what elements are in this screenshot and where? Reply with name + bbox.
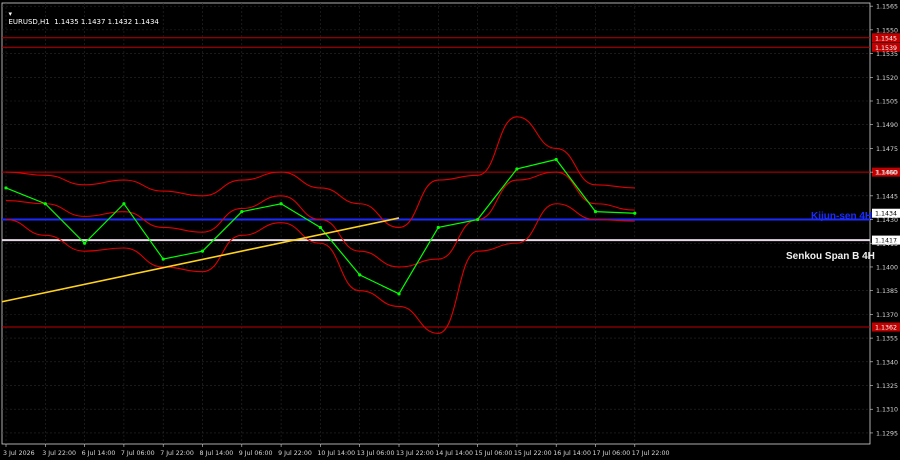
time-tick-label: 8 Jul 14:00 [200, 450, 234, 457]
price-tick-label: 1.1430 [876, 217, 898, 224]
price-point [436, 225, 440, 230]
time-tick-label: 6 Jul 14:00 [82, 450, 116, 457]
price-point [83, 241, 87, 245]
price-tick-label: 1.1475 [876, 146, 898, 153]
price-tick-label: 1.1385 [876, 288, 898, 295]
price-tick-label: 1.1370 [876, 312, 898, 319]
collapse-triangle-icon[interactable]: ▾ [8, 10, 12, 18]
price-tick-label: 1.1520 [876, 75, 898, 82]
price-tick-label: 1.1565 [876, 4, 898, 11]
price-tick-label: 1.1445 [876, 193, 898, 200]
time-tick-label: 14 Jul 14:00 [435, 450, 473, 457]
price-tick-label: 1.1355 [876, 336, 898, 343]
symbol-header: ▾ EURUSD,H1 1.1435 1.1437 1.1432 1.1434 [4, 2, 159, 26]
time-tick-label: 17 Jul 06:00 [593, 450, 631, 457]
price-point [43, 202, 47, 206]
price-point [476, 217, 480, 222]
price-tick-label: 1.1325 [876, 383, 898, 390]
price-tick-label: 1.1490 [876, 122, 898, 129]
price-tick-label: 1.1550 [876, 27, 898, 34]
price-chart[interactable]: 1.15451.15391.14601.13621.14171.1434 1.1… [0, 0, 900, 460]
time-tick-label: 3 Jul 2026 [3, 450, 35, 457]
price-point [554, 157, 558, 162]
level-price-text: 1.1545 [875, 35, 897, 42]
price-point [358, 273, 362, 277]
time-tick-label: 15 Jul 06:00 [475, 450, 513, 457]
symbol-header-text: EURUSD,H1 1.1435 1.1437 1.1432 1.1434 [8, 18, 159, 26]
price-tick-label: 1.1535 [876, 51, 898, 58]
price-tick-label: 1.1460 [876, 170, 898, 177]
price-point [397, 292, 401, 296]
time-tick-label: 16 Jul 14:00 [553, 450, 591, 457]
price-tick-label: 1.1295 [876, 430, 898, 437]
price-point [279, 202, 283, 206]
price-tick-label: 1.1415 [876, 241, 898, 248]
price-point [515, 167, 519, 171]
time-tick-label: 9 Jul 06:00 [239, 450, 273, 457]
time-tick-label: 7 Jul 22:00 [160, 450, 194, 457]
time-tick-label: 9 Jul 22:00 [278, 450, 312, 457]
price-tick-label: 1.1505 [876, 99, 898, 106]
price-tick-label: 1.1310 [876, 407, 898, 414]
price-point [122, 202, 126, 206]
price-point [240, 210, 244, 214]
price-point [161, 257, 165, 261]
price-point [593, 210, 598, 214]
price-point [318, 225, 322, 230]
time-tick-label: 17 Jul 22:00 [632, 450, 670, 457]
time-tick-label: 7 Jul 06:00 [121, 450, 155, 457]
time-tick-label: 10 Jul 14:00 [317, 450, 355, 457]
price-point [200, 249, 205, 253]
price-point [4, 186, 8, 190]
time-tick-label: 15 Jul 22:00 [514, 450, 552, 457]
time-tick-label: 3 Jul 22:00 [42, 450, 76, 457]
price-tick-label: 1.1400 [876, 264, 898, 271]
level-price-text: 1.1362 [875, 325, 897, 332]
time-tick-label: 13 Jul 22:00 [396, 450, 434, 457]
senkou-span-b-label: Senkou Span B 4H [786, 251, 875, 262]
kijun-sen-label: Kijun-sen 4H [811, 211, 873, 222]
time-tick-label: 13 Jul 06:00 [357, 450, 395, 457]
price-tick-label: 1.1340 [876, 359, 898, 366]
price-point [633, 211, 637, 215]
